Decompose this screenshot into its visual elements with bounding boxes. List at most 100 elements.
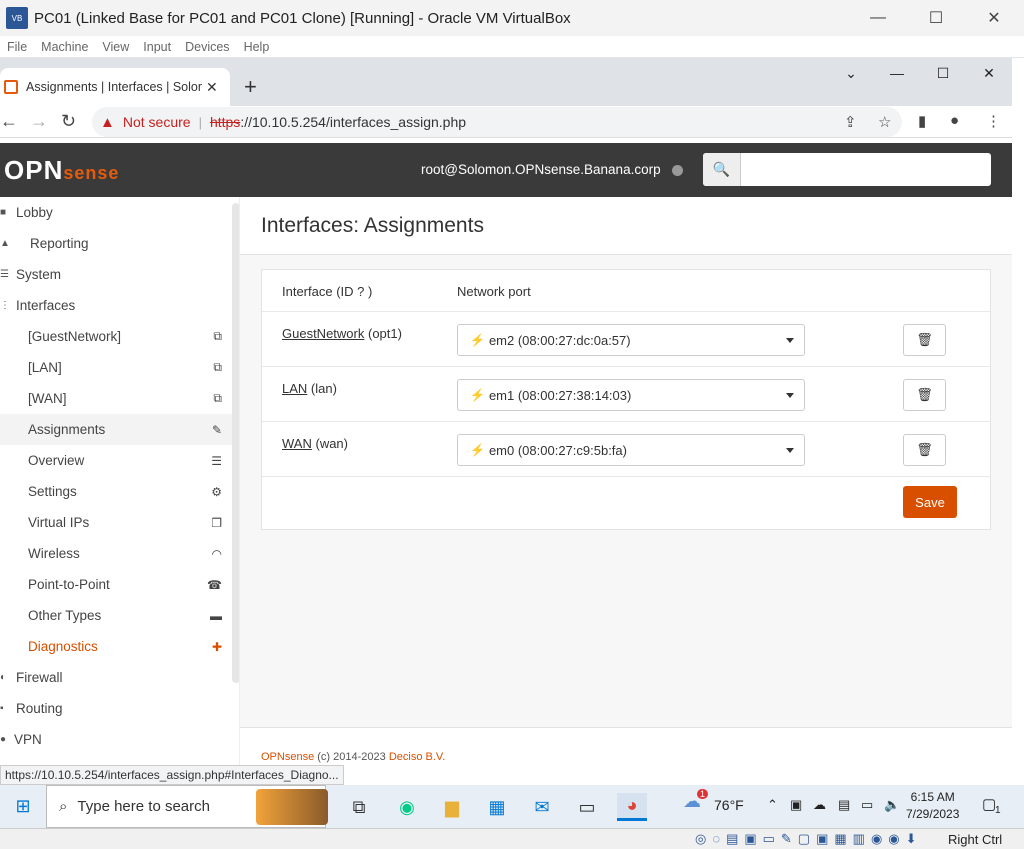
side-panel-icon[interactable]: ▮ bbox=[918, 112, 926, 130]
delete-button[interactable]: 🗑 bbox=[903, 434, 946, 466]
browser-tab[interactable]: Assignments | Interfaces | Solomon.OPNse… bbox=[0, 68, 230, 106]
network-port-select[interactable]: ⚡ em2 (08:00:27:dc:0a:57) bbox=[457, 324, 805, 356]
terminal-icon[interactable]: ▭ bbox=[572, 793, 602, 821]
vbox-titlebar: VB PC01 (Linked Base for PC01 and PC01 C… bbox=[0, 0, 1024, 36]
logo-opn: OPN bbox=[4, 155, 64, 185]
sidebar-item-wan[interactable]: [WAN] ⧉ bbox=[0, 383, 232, 414]
new-tab-icon[interactable]: + bbox=[244, 74, 257, 100]
sidebar-item-vpn[interactable]: ● VPN bbox=[0, 724, 232, 755]
vbox-statusbar: ◎◌▤▣▭✎▢▣▦▥◉◉⬇ Right Ctrl bbox=[0, 828, 1024, 849]
help-icon[interactable]: ? bbox=[357, 284, 364, 299]
mail-icon[interactable]: ✉ bbox=[527, 793, 557, 821]
more-menu-icon[interactable]: ⋮ bbox=[986, 112, 1001, 130]
sidebar-item-reporting[interactable]: ▲ Reporting bbox=[0, 228, 232, 259]
sidebar-item-virtual-ips[interactable]: Virtual IPs ❐ bbox=[0, 507, 232, 538]
sidebar-item-point-to-point[interactable]: Point-to-Point ☎ bbox=[0, 569, 232, 600]
tray-meet-icon[interactable]: ▣ bbox=[790, 797, 802, 813]
interface-link-wan[interactable]: WAN bbox=[282, 436, 312, 451]
maximize-icon[interactable]: ☐ bbox=[907, 0, 965, 36]
system-icon: ☰ bbox=[0, 269, 9, 280]
minimize-icon[interactable]: — bbox=[849, 0, 907, 36]
interface-link-lan[interactable]: LAN bbox=[282, 381, 307, 396]
store-icon[interactable]: ▦ bbox=[482, 793, 512, 821]
sidebar-item-guestnetwork[interactable]: [GuestNetwork] ⧉ bbox=[0, 321, 232, 352]
back-icon[interactable]: ← bbox=[0, 111, 18, 132]
bookmark-star-icon[interactable]: ☆ bbox=[878, 113, 891, 131]
menu-devices[interactable]: Devices bbox=[185, 40, 229, 54]
search-icon: 🔍 bbox=[703, 153, 741, 186]
not-secure-label[interactable]: Not secure bbox=[123, 114, 191, 130]
footer-brand-link[interactable]: OPNsense bbox=[261, 751, 314, 763]
interface-link-guestnetwork[interactable]: GuestNetwork bbox=[282, 326, 364, 341]
header-search: 🔍 bbox=[703, 153, 991, 186]
share-icon[interactable]: ⇪ bbox=[844, 113, 857, 131]
network-icon[interactable]: ▭ bbox=[861, 797, 873, 813]
sidebar-item-assignments[interactable]: Assignments ✎ bbox=[0, 414, 232, 445]
address-bar[interactable]: ▲ Not secure | https ://10.10.5.254/inte… bbox=[92, 107, 902, 137]
footer-company-link[interactable]: Deciso B.V. bbox=[389, 751, 445, 763]
network-port-select[interactable]: ⚡ em0 (08:00:27:c9:5b:fa) bbox=[457, 434, 805, 466]
tray-app-icon[interactable]: ▤ bbox=[838, 797, 850, 813]
tab-search-icon[interactable]: ⌄ bbox=[828, 58, 874, 88]
user-menu[interactable]: root@Solomon.OPNsense.Banana.corp bbox=[421, 162, 661, 177]
vbox-device-icons[interactable]: ◎◌▤▣▭✎▢▣▦▥◉◉⬇ bbox=[695, 831, 923, 847]
lobby-icon: ■ bbox=[0, 207, 7, 218]
sitemap-icon: ⧉ bbox=[213, 391, 222, 405]
tray-chevron-icon[interactable]: ⌃ bbox=[767, 797, 778, 813]
window-title: PC01 (Linked Base for PC01 and PC01 Clon… bbox=[34, 9, 571, 27]
menu-file[interactable]: File bbox=[7, 40, 27, 54]
menu-input[interactable]: Input bbox=[143, 40, 171, 54]
main-content: Interfaces: Assignments Interface (ID ? … bbox=[240, 197, 1012, 765]
task-view-icon[interactable]: ⧉ bbox=[344, 793, 374, 821]
page-title-bar: Interfaces: Assignments bbox=[240, 197, 1012, 255]
table-row: WAN (wan) ⚡ em0 (08:00:27:c9:5b:fa) 🗑 bbox=[262, 421, 990, 476]
browser-maximize-icon[interactable]: ☐ bbox=[920, 58, 966, 88]
sidebar-item-lan[interactable]: [LAN] ⧉ bbox=[0, 352, 232, 383]
sidebar-item-overview[interactable]: Overview ☰ bbox=[0, 445, 232, 476]
sidebar-item-other-types[interactable]: Other Types ▬ bbox=[0, 600, 232, 631]
browser-close-icon[interactable]: ✕ bbox=[966, 58, 1012, 88]
caret-down-icon bbox=[786, 448, 794, 453]
sidebar-item-diagnostics[interactable]: Diagnostics ✚ bbox=[0, 631, 232, 662]
sidebar-item-interfaces[interactable]: ⋮ Interfaces bbox=[0, 290, 232, 321]
weather-temp[interactable]: 76°F bbox=[714, 797, 744, 813]
sidebar-item-system[interactable]: ☰ System bbox=[0, 259, 232, 290]
opnsense-header: OPNsense root@Solomon.OPNsense.Banana.co… bbox=[0, 143, 1012, 197]
network-port-select[interactable]: ⚡ em1 (08:00:27:38:14:03) bbox=[457, 379, 805, 411]
pencil-icon: ✎ bbox=[211, 422, 222, 437]
opnsense-logo[interactable]: OPNsense bbox=[4, 155, 119, 186]
delete-button[interactable]: 🗑 bbox=[903, 324, 946, 356]
profile-avatar-icon[interactable]: ● bbox=[950, 112, 959, 129]
browser-minimize-icon[interactable]: — bbox=[874, 58, 920, 88]
menu-view[interactable]: View bbox=[102, 40, 129, 54]
table-row: LAN (lan) ⚡ em1 (08:00:27:38:14:03) 🗑 bbox=[262, 366, 990, 421]
windows-taskbar: ⊞ ⌕ Type here to search ⧉ ◉ ▆ ▦ ✉ ▭ ◕ ☁ … bbox=[0, 785, 1024, 828]
browser-tabstrip: Assignments | Interfaces | Solomon.OPNse… bbox=[0, 58, 1012, 106]
search-input[interactable] bbox=[741, 153, 991, 186]
tab-close-icon[interactable]: ✕ bbox=[206, 79, 218, 96]
menu-help[interactable]: Help bbox=[244, 40, 270, 54]
sidebar-scrollbar[interactable] bbox=[232, 203, 239, 683]
chrome-icon[interactable]: ◕ bbox=[617, 793, 647, 821]
sidebar-item-wireless[interactable]: Wireless ◠ bbox=[0, 538, 232, 569]
trash-icon: 🗑 bbox=[916, 387, 933, 402]
save-button[interactable]: Save bbox=[903, 486, 957, 518]
sidebar-item-settings[interactable]: Settings ⚙ bbox=[0, 476, 232, 507]
edge-icon[interactable]: ◉ bbox=[392, 793, 422, 821]
file-explorer-icon[interactable]: ▆ bbox=[437, 793, 467, 821]
reload-icon[interactable]: ↻ bbox=[61, 111, 76, 132]
menu-machine[interactable]: Machine bbox=[41, 40, 88, 54]
sidebar-item-routing[interactable]: ▪ Routing bbox=[0, 693, 232, 724]
sidebar-item-lobby[interactable]: ■ Lobby bbox=[0, 197, 232, 228]
interface-name: GuestNetwork (opt1) bbox=[282, 326, 402, 341]
forward-icon[interactable]: → bbox=[30, 111, 48, 132]
windows-start-icon[interactable]: ⊞ bbox=[0, 796, 46, 817]
onedrive-icon[interactable]: ☁ bbox=[813, 797, 826, 813]
url-text: ://10.10.5.254/interfaces_assign.php bbox=[240, 114, 467, 130]
delete-button[interactable]: 🗑 bbox=[903, 379, 946, 411]
volume-icon[interactable]: 🔈 bbox=[884, 797, 900, 813]
clock[interactable]: 6:15 AM 7/29/2023 bbox=[906, 789, 959, 823]
close-icon[interactable]: ✕ bbox=[965, 0, 1023, 36]
sidebar-item-firewall[interactable]: ◐ Firewall bbox=[0, 662, 232, 693]
virtualbox-logo-icon: VB bbox=[6, 7, 28, 29]
